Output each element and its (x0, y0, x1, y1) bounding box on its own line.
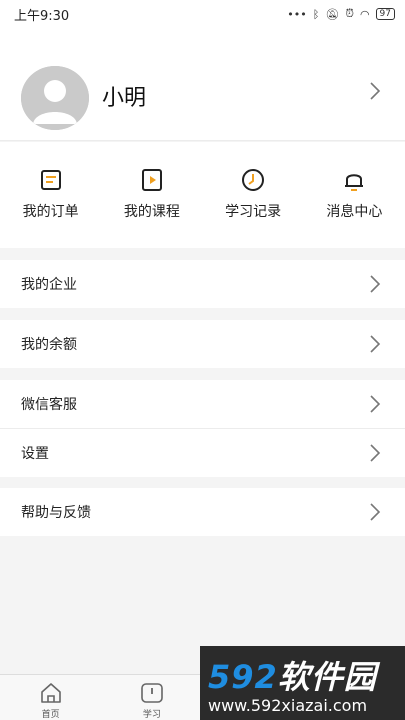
menu-item-help-feedback[interactable]: 帮助与反馈 (0, 488, 405, 536)
quick-action-label: 消息中心 (326, 204, 383, 220)
chevron-right-icon[interactable] (368, 81, 382, 101)
menu-item-label: 我的余额 (21, 337, 77, 353)
alarm-icon: ⏰︎ (345, 7, 354, 20)
bell-icon (341, 167, 367, 193)
quick-action-messages[interactable]: 消息中心 (304, 142, 405, 248)
chevron-right-icon (368, 274, 382, 294)
watermark-brand-text: 软件园 (277, 658, 377, 696)
mute-bell-icon: 🔕︎ (325, 7, 340, 21)
wifi-icon: ◠ (359, 7, 370, 21)
tab-home[interactable]: 首页 (0, 675, 101, 720)
chevron-right-icon (368, 394, 382, 414)
menu-item-label: 设置 (21, 446, 49, 462)
watermark-url: www.592xiazai.com (208, 696, 368, 715)
quick-action-orders[interactable]: 我的订单 (0, 142, 101, 248)
chevron-right-icon (368, 334, 382, 354)
menu-item-label: 微信客服 (21, 397, 77, 413)
menu-item-settings[interactable]: 设置 (0, 429, 405, 477)
quick-action-label: 我的订单 (22, 204, 79, 220)
menu-item-my-balance[interactable]: 我的余额 (0, 320, 405, 368)
battery-icon: 97 (375, 8, 395, 20)
status-bar: 上午9:30 ••• ᛒ 🔕︎ ⏰︎ ◠ 97 (0, 0, 405, 28)
status-icons: ••• ᛒ 🔕︎ ⏰︎ ◠ 97 (287, 7, 395, 21)
menu-item-label: 帮助与反馈 (21, 505, 91, 521)
bluetooth-icon: ᛒ (312, 7, 320, 21)
watermark-logo: 592软件园 www.592xiazai.com (200, 646, 405, 720)
watermark-brand-number: 592 (208, 658, 278, 696)
menu-item-wechat-support[interactable]: 微信客服 (0, 380, 405, 428)
quick-action-courses[interactable]: 我的课程 (101, 142, 202, 248)
home-icon (38, 681, 64, 705)
default-avatar-icon (21, 66, 89, 130)
menu-item-my-enterprise[interactable]: 我的企业 (0, 260, 405, 308)
signal-dots-icon: ••• (287, 7, 307, 21)
avatar[interactable] (21, 66, 89, 130)
username: 小明 (102, 86, 147, 111)
menu-item-label: 我的企业 (21, 277, 77, 293)
tab-label: 学习 (142, 710, 161, 720)
chevron-right-icon (368, 502, 382, 522)
history-clock-icon (240, 167, 266, 193)
order-icon (38, 167, 64, 193)
watermark-brand: 592软件园 (208, 652, 377, 698)
course-icon (139, 167, 165, 193)
study-icon (139, 681, 165, 705)
quick-actions: 我的订单 我的课程 学习记录 消息中心 (0, 142, 405, 248)
quick-action-label: 我的课程 (123, 204, 180, 220)
status-time: 上午9:30 (14, 8, 70, 24)
quick-action-history[interactable]: 学习记录 (203, 142, 304, 248)
quick-action-label: 学习记录 (225, 204, 282, 220)
tab-label: 首页 (41, 710, 60, 720)
tab-study[interactable]: 学习 (101, 675, 202, 720)
chevron-right-icon (368, 443, 382, 463)
profile-header[interactable]: 小明 (0, 28, 405, 141)
